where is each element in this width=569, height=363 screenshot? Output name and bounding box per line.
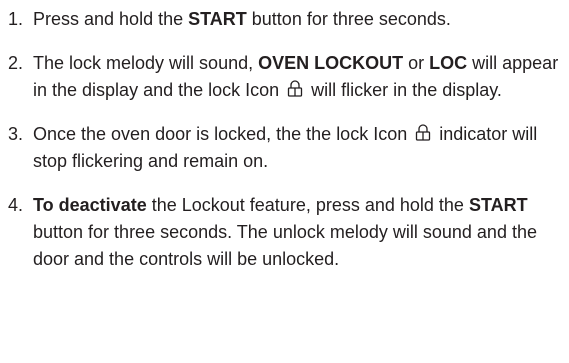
- step-1: 1. Press and hold the START button for t…: [8, 6, 562, 33]
- step-text: will flicker in the display.: [306, 80, 502, 100]
- padlock-icon: [414, 123, 432, 143]
- step-text: button for three seconds. The unlock mel…: [33, 222, 537, 269]
- to-deactivate-term: To deactivate: [33, 195, 147, 215]
- step-2: 2. The lock melody will sound, OVEN LOCK…: [8, 50, 562, 104]
- step-text: Once the oven door is locked, the the lo…: [33, 124, 408, 144]
- padlock-icon: [286, 79, 304, 99]
- loc-term: LOC: [429, 53, 468, 73]
- start-button-term: START: [468, 195, 528, 215]
- step-number: 2.: [8, 53, 24, 73]
- step-4: 4. To deactivate the Lockout feature, pr…: [8, 192, 562, 273]
- start-button-term: START: [188, 9, 247, 29]
- step-text: The lock melody will sound,: [33, 53, 259, 73]
- step-text: the Lockout feature, press and hold the: [146, 195, 469, 215]
- step-number: 1.: [8, 9, 24, 29]
- step-text: button for three seconds.: [246, 9, 451, 29]
- oven-lockout-term: OVEN LOCKOUT: [258, 53, 404, 73]
- step-number: 3.: [8, 124, 24, 144]
- step-number: 4.: [8, 195, 24, 215]
- step-text: Press and hold the: [33, 9, 189, 29]
- step-3: 3. Once the oven door is locked, the the…: [8, 121, 562, 175]
- lockout-instructions-list: 1. Press and hold the START button for t…: [8, 6, 562, 290]
- step-text: or: [403, 53, 430, 73]
